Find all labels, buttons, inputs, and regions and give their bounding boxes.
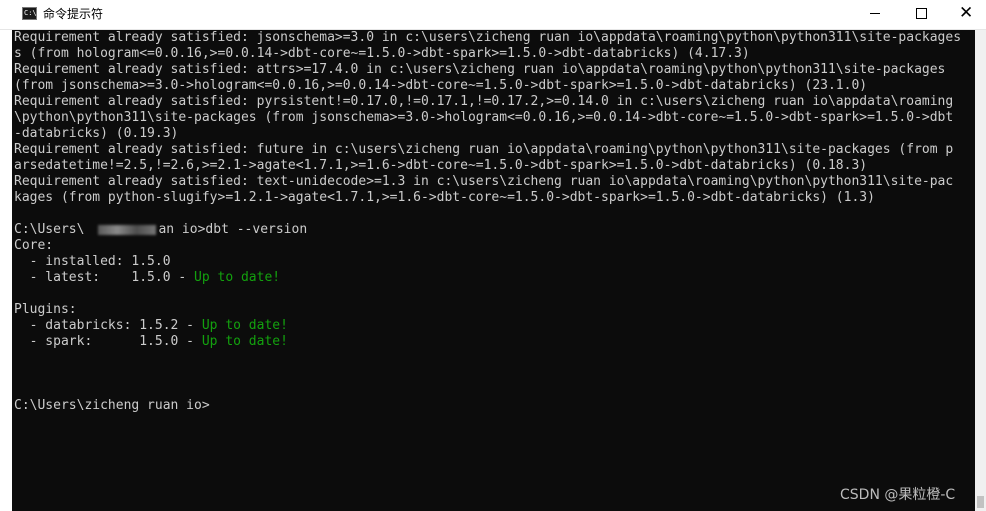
console-text: Plugins: xyxy=(14,302,77,317)
console-line: (from jsonschema>=3.0->hologram<=0.0.16,… xyxy=(14,78,961,94)
console-text: Requirement already satisfied: future in… xyxy=(14,142,954,157)
title-bar[interactable]: C:\ 命令提示符 ✕ xyxy=(0,0,986,30)
console-line: - databricks: 1.5.2 - Up to date! xyxy=(14,318,961,334)
status-up-to-date: Up to date! xyxy=(201,334,288,349)
console-text: - installed: 1.5.0 xyxy=(14,254,171,269)
console-line: - latest: 1.5.0 - Up to date! xyxy=(14,270,961,286)
console-text: kages (from python-slugify>=1.2.1->agate… xyxy=(14,190,875,205)
watermark: CSDN @果粒橙-C xyxy=(840,487,956,503)
redacted-username xyxy=(98,224,157,235)
minimize-icon xyxy=(870,13,880,14)
console-text: - latest: 1.5.0 - xyxy=(14,270,195,285)
cmd-icon[interactable]: C:\ xyxy=(22,7,37,20)
console-line: - installed: 1.5.0 xyxy=(14,254,961,270)
console-line: kages (from python-slugify>=1.2.1->agate… xyxy=(14,190,961,206)
console-text: Requirement already satisfied: text-unid… xyxy=(14,174,954,189)
console-line: - spark: 1.5.0 - Up to date! xyxy=(14,334,961,350)
console-line: Requirement already satisfied: text-unid… xyxy=(14,174,961,190)
close-icon: ✕ xyxy=(959,3,974,23)
console-line: Core: xyxy=(14,238,961,254)
console-line: Requirement already satisfied: future in… xyxy=(14,142,961,158)
console-text: arsedatetime!=2.5,!=2.6,>=2.1->agate<1.7… xyxy=(14,158,868,173)
console-line: -databricks) (0.19.3) xyxy=(14,126,961,142)
console-line: C:\Users\zicheng ruan io> xyxy=(14,398,961,414)
console-line: arsedatetime!=2.5,!=2.6,>=2.1->agate<1.7… xyxy=(14,158,961,174)
console-text: - spark: 1.5.0 - xyxy=(14,334,202,349)
console-text: Requirement already satisfied: pyrsisten… xyxy=(14,94,954,109)
console-text: - databricks: 1.5.2 - xyxy=(14,318,202,333)
console-lines: Requirement already satisfied: jsonschem… xyxy=(14,30,961,414)
maximize-button[interactable] xyxy=(898,0,944,29)
close-button[interactable]: ✕ xyxy=(944,0,986,29)
scrollbar-thumb[interactable] xyxy=(977,496,984,508)
maximize-icon xyxy=(916,8,927,19)
console-output[interactable]: Requirement already satisfied: jsonschem… xyxy=(12,30,975,511)
console-text: Requirement already satisfied: jsonschem… xyxy=(14,30,962,45)
console-line: C:\Users\ an io>dbt --version xyxy=(14,222,961,238)
console-text: \python\python311\site-packages (from js… xyxy=(14,110,954,125)
cmd-window: C:\ 命令提示符 ✕ Requirement already satisfie… xyxy=(0,0,986,511)
console-line: s (from hologram<=0.0.16,>=0.0.14->dbt-c… xyxy=(14,46,961,62)
window-title: 命令提示符 xyxy=(43,7,104,21)
console-text: Core: xyxy=(14,238,54,253)
status-up-to-date: Up to date! xyxy=(194,270,281,285)
console-line: Requirement already satisfied: attrs>=17… xyxy=(14,62,961,78)
console-text: an io>dbt --version xyxy=(158,222,308,237)
console-line: \python\python311\site-packages (from js… xyxy=(14,110,961,126)
console-line: Plugins: xyxy=(14,302,961,318)
console-line: Requirement already satisfied: jsonschem… xyxy=(14,30,961,46)
status-up-to-date: Up to date! xyxy=(201,318,288,333)
cmd-icon-glyph: C:\ xyxy=(24,9,37,17)
vertical-scrollbar[interactable] xyxy=(975,30,986,511)
minimize-button[interactable] xyxy=(852,0,898,29)
console-text: Requirement already satisfied: attrs>=17… xyxy=(14,62,946,77)
console-text: C:\Users\zicheng ruan io> xyxy=(14,398,210,413)
console-text: s (from hologram<=0.0.16,>=0.0.14->dbt-c… xyxy=(14,46,750,61)
console-line: Requirement already satisfied: pyrsisten… xyxy=(14,94,961,110)
console-text: -databricks) (0.19.3) xyxy=(14,126,179,141)
console-text: (from jsonschema>=3.0->hologram<=0.0.16,… xyxy=(14,78,868,93)
console-text: C:\Users\ xyxy=(14,222,85,237)
